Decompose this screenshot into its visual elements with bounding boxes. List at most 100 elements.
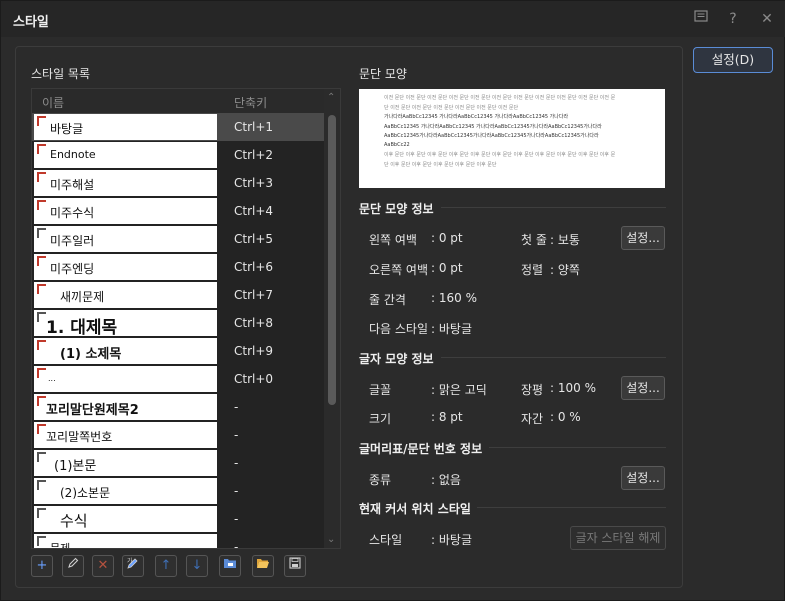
style-name-cell: 미주일러 — [34, 226, 217, 252]
paragraph-preview: 이전 문단 이전 문단 이전 문단 이전 문단 이전 문단 이전 문단 이전 문… — [359, 89, 665, 188]
shortcut-key-text: Ctrl+0 — [234, 372, 274, 386]
style-row[interactable]: 미주수식 Ctrl+4 — [32, 197, 324, 225]
style-row[interactable]: (1)본문 - — [32, 449, 324, 477]
line-spacing-value: : 160 % — [431, 291, 477, 305]
close-icon[interactable]: ✕ — [757, 9, 777, 29]
preview-line: 단 이후 문단 이후 문단 이후 문단 이후 문단 이후 문단 — [384, 161, 497, 168]
style-row[interactable]: 꼬리말단원제목2 - — [32, 393, 324, 421]
import-icon[interactable] — [219, 555, 241, 577]
style-name-cell: 미주엔딩 — [34, 254, 217, 280]
preview-line: AaBbCc22 — [384, 141, 410, 148]
list-header: 이름 단축키 — [32, 89, 324, 113]
style-name-text: 꼬리말단원제목2 — [46, 403, 139, 418]
width-value: : 100 % — [550, 381, 596, 395]
cursor-style-header: 현재 커서 위치 스타일 — [359, 502, 471, 516]
delete-icon[interactable]: ✕ — [92, 555, 114, 577]
shortcut-key-text: Ctrl+3 — [234, 176, 274, 190]
shortcut-key-text: - — [234, 456, 239, 470]
memo-icon[interactable] — [691, 9, 711, 29]
char-style-icon — [37, 284, 46, 294]
style-row[interactable]: Endnote Ctrl+2 — [32, 141, 324, 169]
style-row[interactable]: 꼬리말쪽번호 - — [32, 421, 324, 449]
list-scrollbar[interactable]: ⌃ ⌄ — [324, 89, 340, 548]
style-name-cell: (1) 소제목 — [34, 338, 217, 364]
paragraph-info-header: 문단 모양 정보 — [359, 202, 434, 216]
shortcut-key-text: - — [234, 484, 239, 498]
shortcut-key-text: Ctrl+7 — [234, 288, 274, 302]
style-name-cell: (2)소본문 — [34, 478, 217, 504]
preview-line: 가나다라AaBbCc12345 가나다라AaBbCc12345 가나다라AaBb… — [384, 114, 569, 120]
scroll-thumb[interactable] — [328, 115, 336, 405]
char-style-icon — [37, 256, 46, 266]
char-style-icon — [37, 172, 46, 182]
cursor-style-label: 스타일 — [369, 533, 403, 547]
style-name-text: 바탕글 — [50, 122, 84, 136]
style-name-cell: 꼬리말쪽번호 — [34, 422, 217, 448]
move-down-icon[interactable]: ↓ — [186, 555, 208, 577]
divider — [477, 507, 666, 508]
style-name-cell: 새끼문제 — [34, 282, 217, 308]
style-name-text: 미주엔딩 — [50, 262, 95, 276]
spacing-value: : 0 % — [550, 410, 581, 424]
style-name-text: 꼬리말쪽번호 — [46, 430, 113, 444]
save-icon[interactable] — [284, 555, 306, 577]
style-name-cell: 꼬리말단원제목2 — [34, 394, 217, 420]
style-name-text: (1) 소제목 — [60, 347, 122, 362]
svg-text:가: 가 — [127, 557, 133, 565]
style-row[interactable]: (1) 소제목 Ctrl+9 — [32, 337, 324, 365]
settings-button[interactable]: 설정(D) — [693, 47, 773, 73]
help-icon[interactable]: ? — [723, 9, 743, 29]
bullet-settings-button[interactable]: 설정... — [621, 466, 665, 490]
style-row[interactable]: 수식 - — [32, 505, 324, 533]
shortcut-key-text: - — [234, 540, 239, 549]
style-row[interactable]: 미주일러 Ctrl+5 — [32, 225, 324, 253]
shortcut-key-text: Ctrl+8 — [234, 316, 274, 330]
paragraph-style-icon — [37, 312, 46, 322]
align-label: 정렬 — [521, 263, 544, 277]
style-list[interactable]: 이름 단축키 바탕글 Ctrl+1 Endnote Ctrl+2 미주해설 Ctrl+3 미… — [31, 88, 341, 549]
open-icon[interactable] — [252, 555, 274, 577]
left-margin-value: : 0 pt — [431, 231, 463, 245]
add-icon[interactable]: + — [31, 555, 53, 577]
bullet-type-value: : 없음 — [431, 473, 461, 487]
scroll-down-icon[interactable]: ⌄ — [327, 534, 335, 545]
dialog-title: 스타일 — [13, 15, 49, 30]
style-row[interactable]: (2)소본문 - — [32, 477, 324, 505]
style-name-text: 미주수식 — [50, 206, 95, 220]
style-row[interactable]: 미주해설 Ctrl+3 — [32, 169, 324, 197]
char-style-icon — [37, 424, 46, 434]
style-name-text: Endnote — [50, 148, 96, 161]
edit-style-icon[interactable]: 가 — [122, 555, 144, 577]
scroll-up-icon[interactable]: ⌃ — [327, 92, 335, 103]
style-name-cell: ... — [34, 366, 217, 392]
right-margin-label: 오른쪽 여백 — [369, 263, 429, 277]
shortcut-key-text: Ctrl+2 — [234, 148, 274, 162]
bullet-info-header: 글머리표/문단 번호 정보 — [359, 442, 483, 456]
edit-icon[interactable] — [62, 555, 84, 577]
style-row[interactable]: 미주엔딩 Ctrl+6 — [32, 253, 324, 281]
style-name-text: 수식 — [60, 512, 88, 530]
shortcut-key-text: Ctrl+5 — [234, 232, 274, 246]
style-row[interactable]: ... Ctrl+0 — [32, 365, 324, 393]
style-name-cell: 바탕글 — [34, 114, 217, 140]
release-char-style-button[interactable]: 글자 스타일 해제 — [570, 526, 666, 550]
style-row[interactable]: 1. 대제목 Ctrl+8 — [32, 309, 324, 337]
style-name-text: 미주해설 — [50, 178, 95, 192]
style-name-text: 문제 — [50, 542, 71, 549]
style-row[interactable]: 문제 - — [32, 533, 324, 549]
style-row[interactable]: 새끼문제 Ctrl+7 — [32, 281, 324, 309]
first-line-label: 첫 줄 — [521, 233, 547, 247]
col-name-header: 이름 — [42, 96, 65, 110]
style-name-text: (2)소본문 — [60, 486, 111, 500]
font-label: 글꼴 — [369, 383, 392, 397]
style-row[interactable]: 바탕글 Ctrl+1 — [32, 113, 324, 141]
paragraph-style-icon — [37, 508, 46, 518]
paragraph-settings-button[interactable]: 설정... — [621, 226, 665, 250]
style-name-cell: 1. 대제목 — [34, 310, 217, 336]
style-name-cell: 미주해설 — [34, 170, 217, 196]
paragraph-style-icon — [37, 480, 46, 490]
style-name-text: ... — [48, 374, 56, 383]
char-settings-button[interactable]: 설정... — [621, 376, 665, 400]
move-up-icon[interactable]: ↑ — [155, 555, 177, 577]
paragraph-style-icon — [37, 228, 46, 238]
